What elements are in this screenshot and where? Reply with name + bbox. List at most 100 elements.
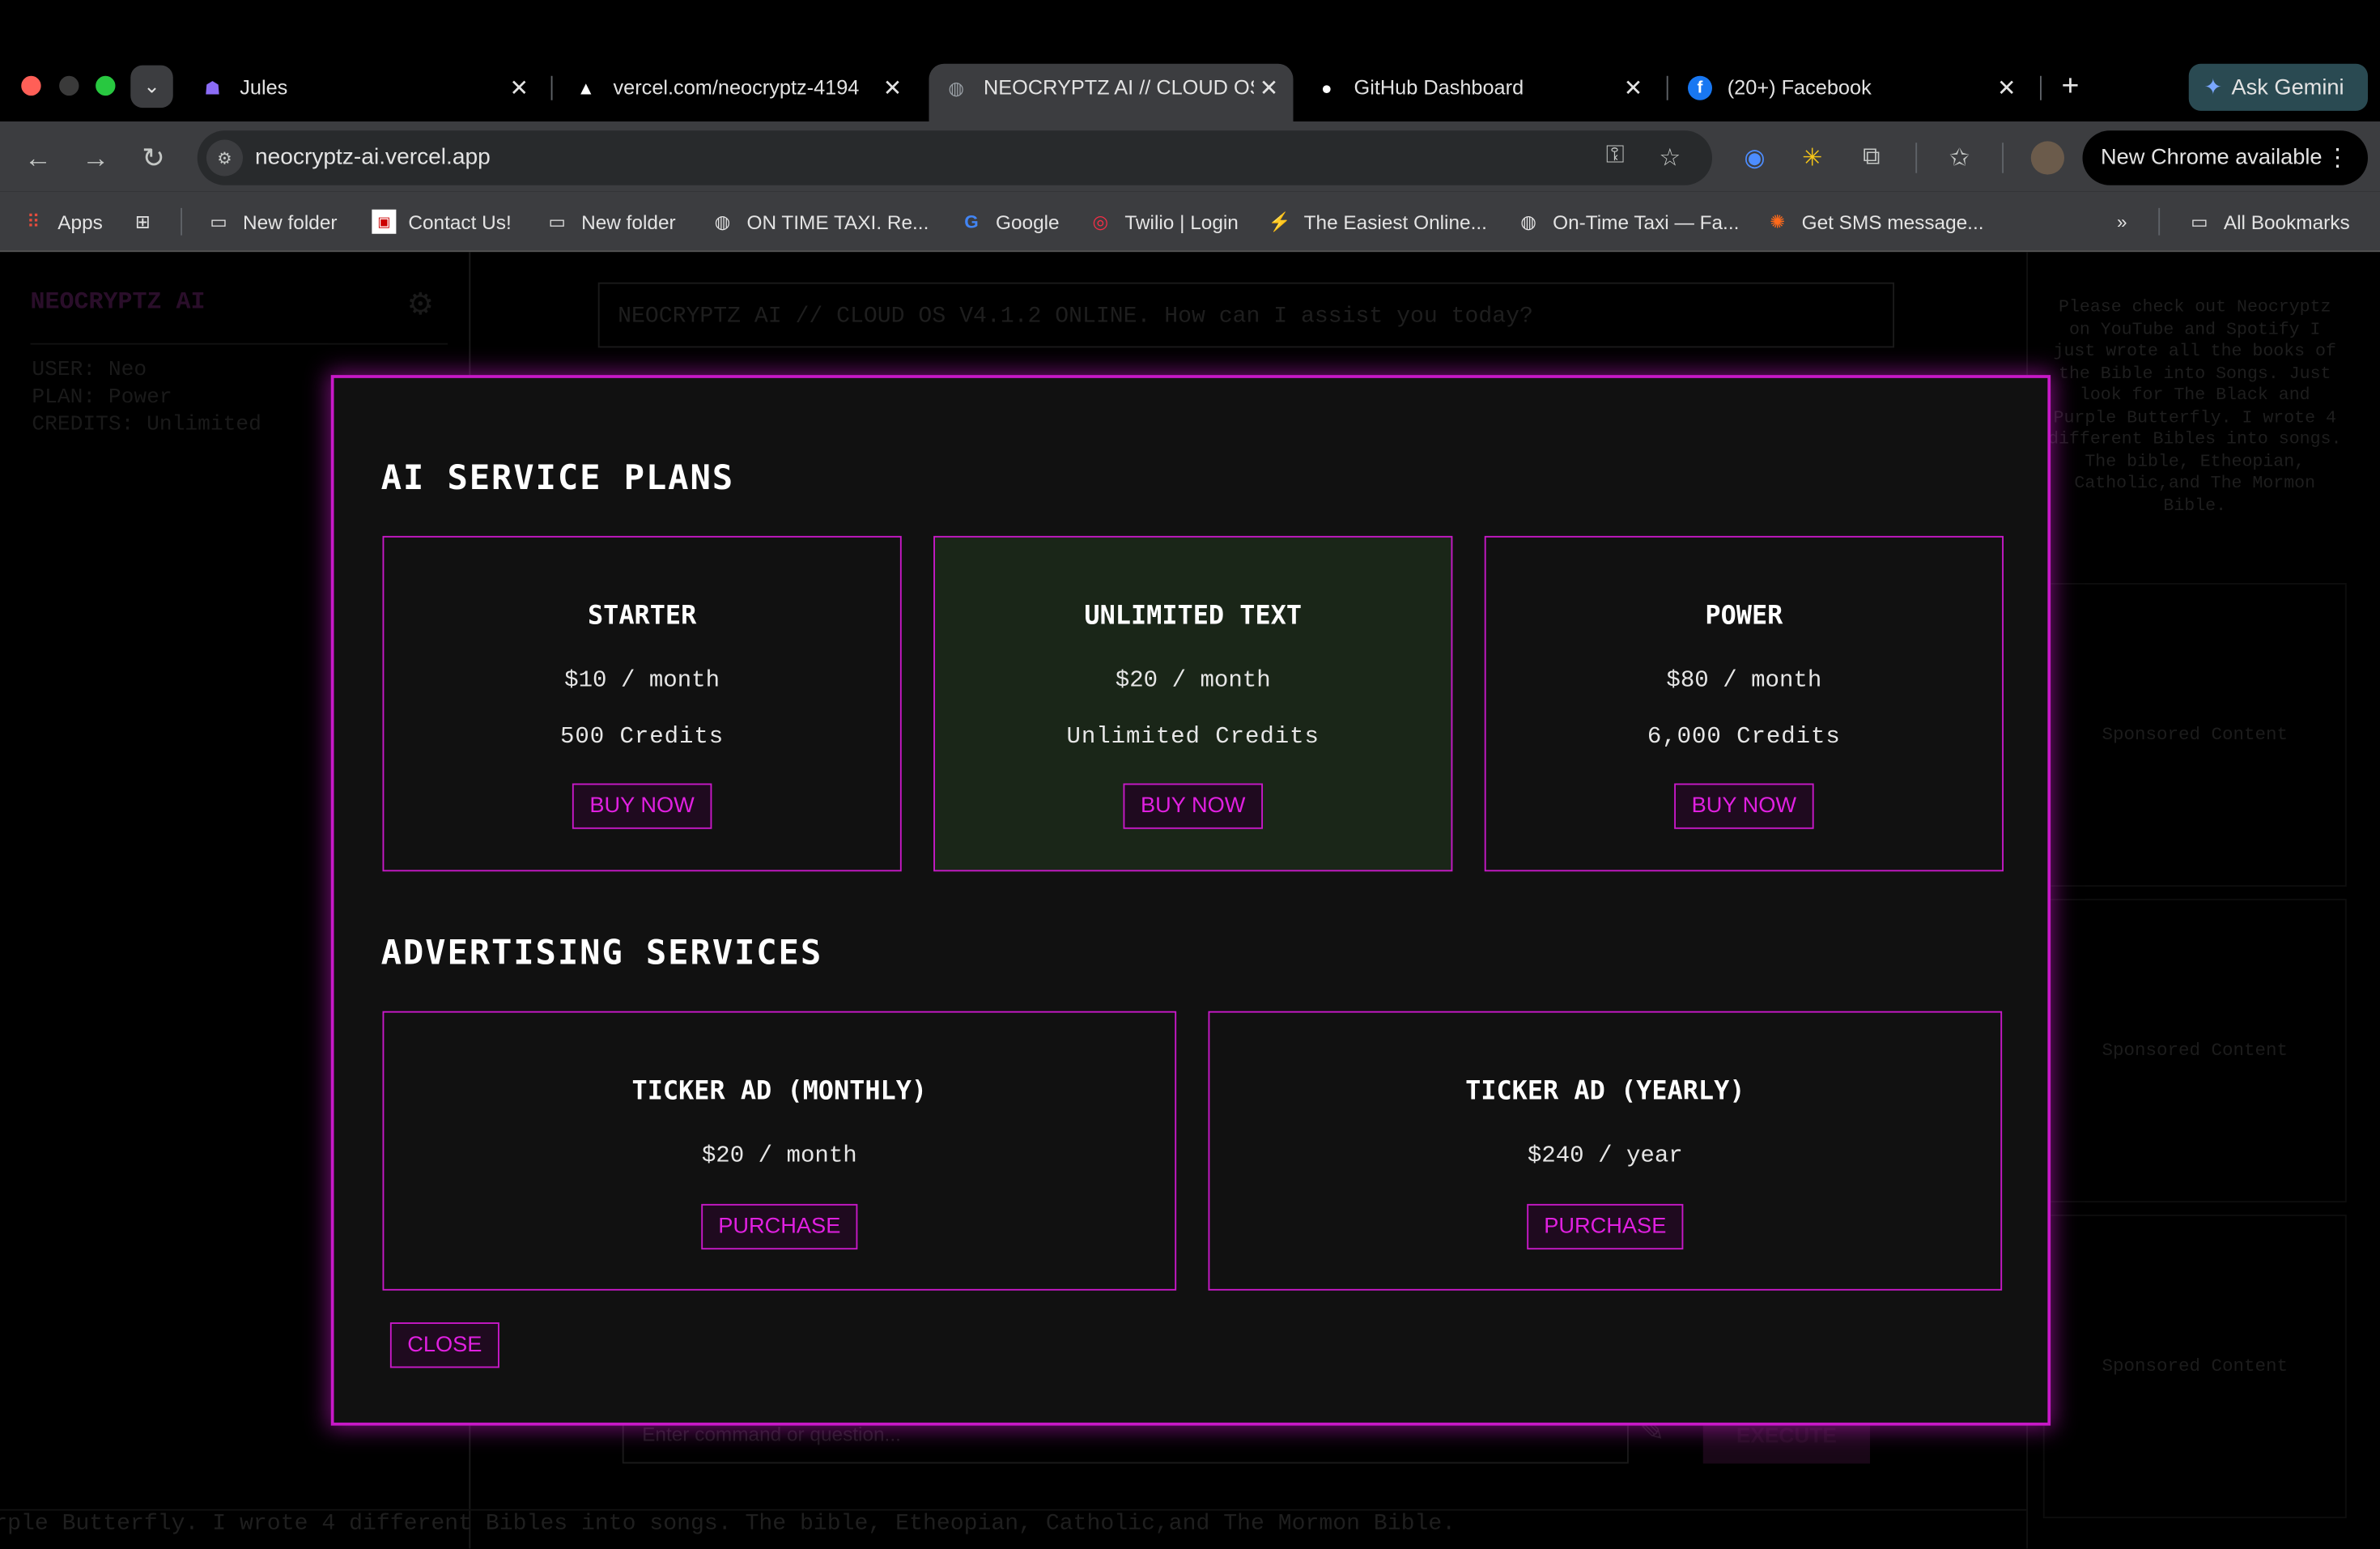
ad-price: $20 / month — [701, 1142, 857, 1169]
bookmark-label: Get SMS message... — [1801, 210, 1984, 233]
key-icon[interactable]: ⚿ — [1606, 143, 1625, 170]
folder-icon: ▭ — [548, 211, 566, 232]
bookmark-new-folder-2[interactable]: ▭ New folder — [545, 208, 675, 236]
divider — [30, 343, 448, 345]
bookmark-label: Twilio | Login — [1124, 210, 1239, 233]
screen: ⌄ ☗ Jules ✕ ▲ vercel.com/neocryptz-4194 … — [0, 0, 2380, 1549]
purchase-button[interactable]: PURCHASE — [701, 1203, 858, 1250]
buy-now-button[interactable]: BUY NOW — [1123, 783, 1263, 829]
globe-icon: ◍ — [1520, 211, 1536, 232]
jules-icon: ☗ — [204, 76, 221, 98]
new-tab-button[interactable]: + — [2052, 68, 2089, 104]
bookmark-on-time-taxi-fa[interactable]: ◍ On-Time Taxi — Fa... — [1516, 208, 1739, 236]
update-label: New Chrome available — [2101, 146, 2323, 170]
buy-now-button[interactable]: BUY NOW — [572, 783, 712, 829]
bookmark-easiest-online[interactable]: ⚡ The Easiest Online... — [1268, 208, 1487, 236]
close-icon[interactable]: ✕ — [504, 74, 535, 101]
more-menu-icon[interactable]: ⋮ — [2326, 143, 2350, 173]
plans-heading: AI SERVICE PLANS — [380, 458, 735, 498]
plan-info: PLAN: Power — [32, 385, 172, 411]
bookmark-on-time-taxi[interactable]: ◍ ON TIME TAXI. Re... — [711, 208, 929, 236]
extensions-puzzle-icon[interactable]: ⧉ — [1855, 141, 1888, 174]
bookmark-get-sms[interactable]: ✺ Get SMS message... — [1766, 208, 1984, 236]
purchase-button[interactable]: PURCHASE — [1527, 1203, 1684, 1250]
close-icon[interactable]: ✕ — [1991, 74, 2022, 101]
bookmark-apps[interactable]: ⠿ Apps — [21, 208, 103, 236]
ask-gemini-button[interactable]: ✦ Ask Gemini — [2188, 63, 2368, 111]
close-icon[interactable]: ✕ — [1618, 74, 1649, 101]
tab-strip: ⌄ ☗ Jules ✕ ▲ vercel.com/neocryptz-4194 … — [0, 0, 2380, 121]
site-info-icon[interactable]: ⚙ — [206, 139, 243, 177]
ad-card-yearly: TICKER AD (YEARLY) $240 / year PURCHASE — [1208, 1011, 2003, 1291]
sponsored-box[interactable]: Sponsored Content — [2042, 899, 2347, 1202]
app-title: NEOCRYPTZ AI — [30, 288, 206, 316]
credits-info: CREDITS: Unlimited — [32, 413, 261, 437]
ad-name: TICKER AD (MONTHLY) — [631, 1076, 928, 1107]
sponsored-box[interactable]: Sponsored Content — [2042, 1215, 2347, 1518]
back-button[interactable]: ← — [19, 140, 56, 177]
google-icon: G — [964, 211, 979, 232]
sponsored-label: Sponsored Content — [2102, 724, 2289, 746]
bookmarks-overflow-button[interactable]: » — [2110, 208, 2146, 236]
close-button[interactable]: CLOSE — [389, 1322, 499, 1368]
tab-title: GitHub Dashboard — [1354, 75, 1524, 99]
tab-github[interactable]: ● GitHub Dashboard ✕ — [1299, 64, 1658, 111]
sun-icon: ✺ — [1770, 211, 1786, 232]
bookmark-twilio[interactable]: ◎ Twilio | Login — [1088, 208, 1239, 236]
bookmark-star-icon[interactable]: ☆ — [1659, 143, 1681, 173]
bookmark-tab-groups[interactable]: ⊞ — [130, 208, 167, 236]
chevron-down-icon: ⌄ — [143, 74, 160, 97]
plan-credits: 6,000 Credits — [1647, 722, 1841, 751]
url-text[interactable]: neocryptz-ai.vercel.app — [255, 144, 491, 170]
facebook-icon: f — [1688, 74, 1712, 100]
close-icon[interactable]: ✕ — [1254, 74, 1285, 101]
arrow-left-icon: ← — [24, 142, 52, 172]
address-bar[interactable]: ⚙ neocryptz-ai.vercel.app ⚿ ☆ — [197, 130, 1712, 185]
maximize-window-button[interactable] — [96, 75, 116, 96]
folder-icon: ▭ — [2191, 211, 2208, 232]
sponsored-box[interactable]: Sponsored Content — [2042, 583, 2347, 887]
sponsored-label: Sponsored Content — [2102, 1355, 2289, 1377]
promo-text: Please check out Neocryptz on YouTube an… — [2048, 297, 2342, 516]
plan-credits: 500 Credits — [560, 722, 725, 751]
github-icon: ● — [1320, 76, 1332, 98]
bookmark-contact-us[interactable]: ▣ Contact Us! — [372, 208, 512, 236]
arrow-right-icon: → — [82, 142, 109, 172]
tab-neocryptz[interactable]: ◍ NEOCRYPTZ AI // CLOUD OS ✕ — [929, 63, 1294, 121]
bookmark-new-folder-1[interactable]: ▭ New folder — [206, 208, 338, 236]
tab-vercel[interactable]: ▲ vercel.com/neocryptz-4194 ✕ — [559, 64, 917, 111]
chrome-update-button[interactable]: New Chrome available ⋮ — [2082, 130, 2368, 185]
tab-title: (20+) Facebook — [1727, 75, 1872, 99]
bookmark-label: On-Time Taxi — Fa... — [1553, 210, 1740, 233]
double-chevron-right-icon: » — [2116, 211, 2127, 232]
tab-search-button[interactable]: ⌄ — [130, 65, 173, 109]
system-prompt-display: NEOCRYPTZ AI // CLOUD OS V4.1.2 ONLINE. … — [597, 282, 1894, 348]
plan-price: $80 / month — [1666, 666, 1822, 694]
minimize-window-button[interactable] — [59, 75, 79, 96]
reload-icon: ↻ — [142, 142, 165, 172]
toolbar-separator — [2002, 143, 2004, 173]
close-icon[interactable]: ✕ — [878, 74, 908, 101]
profile-avatar[interactable] — [2030, 141, 2064, 175]
apps-grid-icon: ⠿ — [26, 211, 40, 232]
ad-card-monthly: TICKER AD (MONTHLY) $20 / month PURCHASE — [382, 1011, 1177, 1291]
ad-name: TICKER AD (YEARLY) — [1465, 1076, 1745, 1107]
tab-groups-icon: ⊞ — [134, 211, 151, 232]
close-window-button[interactable] — [21, 75, 41, 96]
all-bookmarks-button[interactable]: ▭ All Bookmarks — [2187, 208, 2350, 236]
bookmark-google[interactable]: G Google — [959, 208, 1059, 236]
gear-icon[interactable]: ⚙ — [407, 286, 435, 325]
tab-jules[interactable]: ☗ Jules ✕ — [185, 64, 544, 111]
bookmarks-star-icon[interactable]: ✩ — [1943, 141, 1976, 174]
all-bookmarks-label: All Bookmarks — [2223, 210, 2350, 233]
tab-title: Jules — [240, 75, 288, 99]
buy-now-button[interactable]: BUY NOW — [1674, 783, 1814, 829]
extension-circle-icon[interactable]: ◉ — [1738, 141, 1771, 174]
reload-button[interactable]: ↻ — [135, 140, 172, 177]
zapier-like-icon: ⚡ — [1268, 211, 1291, 232]
bookmark-label: New folder — [243, 210, 338, 233]
tab-facebook[interactable]: f (20+) Facebook ✕ — [1672, 64, 2031, 111]
bookmark-separator — [181, 207, 182, 236]
forward-button[interactable]: → — [78, 140, 114, 177]
extension-spark-icon[interactable]: ✳ — [1796, 141, 1829, 174]
